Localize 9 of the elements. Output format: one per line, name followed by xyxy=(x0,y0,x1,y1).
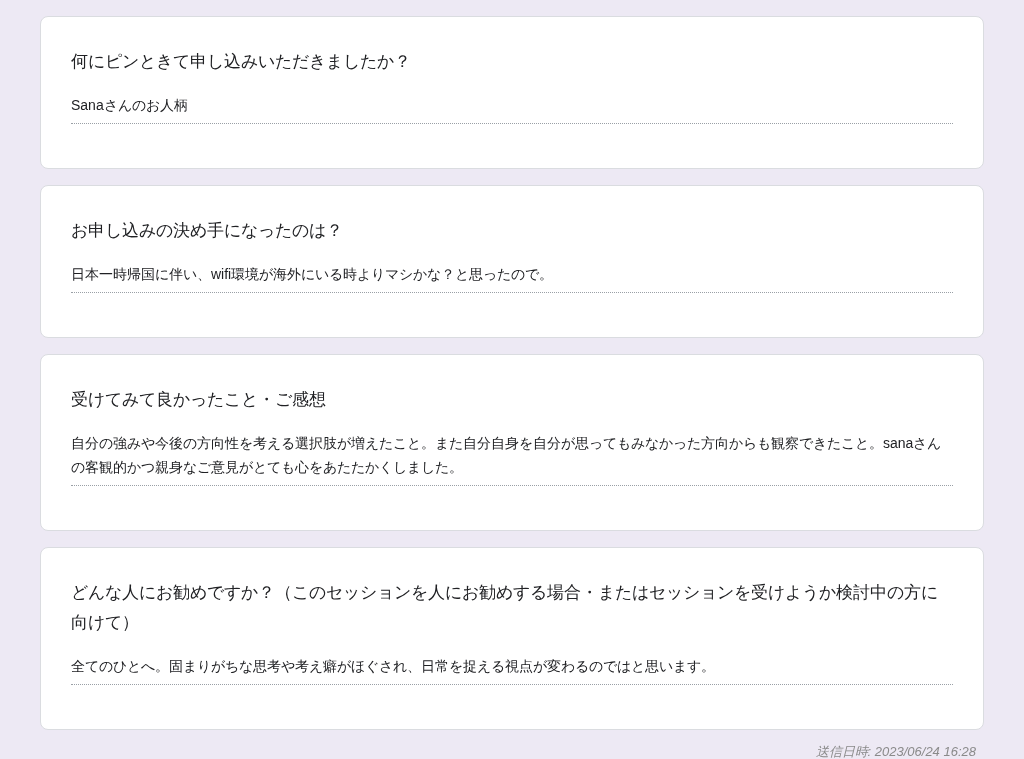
answer-text: 自分の強みや今後の方向性を考える選択肢が増えたこと。また自分自身を自分が思ってもみなかった方向からも観察できたこと。sanaさんの客観的かつ親身なご意見がとても心をあたたかくしました。 xyxy=(71,431,953,486)
submission-timestamp: 送信日時: 2023/06/24 16:28 xyxy=(815,743,976,759)
question-text: お申し込みの決め手になったのは？ xyxy=(71,220,344,242)
question-text: どんな人にお勧めですか？（このセッションを人にお勧めする場合・またはセッションを受けようか検討中の方に向けて） xyxy=(71,582,939,634)
question-text: 受けてみて良かったこと・ご感想 xyxy=(71,389,327,411)
answer-text: 全てのひとへ。固まりがちな思考や考え癖がほぐされ、日常を捉える視点が変わるのではと思います。 xyxy=(71,654,953,685)
question-text: 何にピンときて申し込みいただきましたか？ xyxy=(71,51,412,73)
answer-text: Sanaさんのお人柄 xyxy=(71,93,953,124)
answer-text: 日本一時帰国に伴い、wifi環境が海外にいる時よりマシかな？と思ったので。 xyxy=(71,262,953,293)
